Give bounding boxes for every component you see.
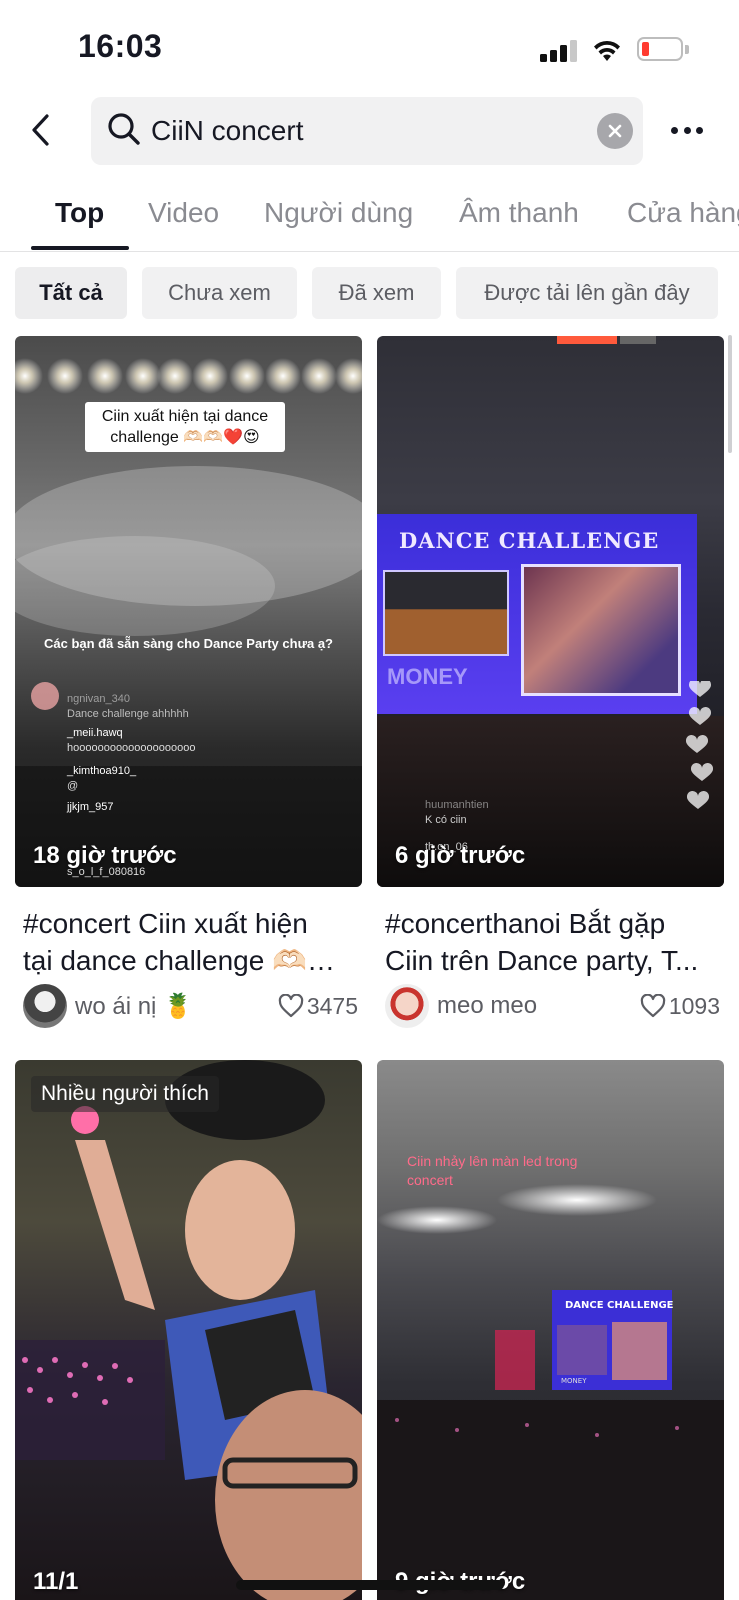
wifi-icon bbox=[594, 40, 620, 61]
like-count: 1093 bbox=[640, 993, 720, 1020]
filter-all[interactable]: Tất cả bbox=[15, 267, 127, 319]
upload-time: 18 giờ trước bbox=[33, 842, 177, 869]
result-tabs: Top Video Người dùng Âm thanh Cửa hàng bbox=[0, 182, 739, 252]
scrollbar[interactable] bbox=[728, 335, 732, 453]
search-icon bbox=[108, 113, 140, 145]
tab-top[interactable]: Top bbox=[55, 197, 104, 229]
screen-text: Các bạn đã sẵn sàng cho Dance Party chưa… bbox=[43, 636, 333, 651]
author-row[interactable]: wo ái nị 🍍 3475 bbox=[23, 984, 358, 1028]
filter-recent[interactable]: Được tải lên gần đây bbox=[456, 267, 718, 319]
video-title[interactable]: #concert Ciin xuất hiện tại dance challe… bbox=[23, 905, 358, 979]
popular-badge: Nhiều người thích bbox=[31, 1076, 219, 1112]
search-input[interactable]: CiiN concert bbox=[91, 97, 643, 165]
back-button[interactable] bbox=[22, 108, 58, 152]
heart-icon bbox=[640, 994, 666, 1018]
author-row[interactable]: meo meo 1093 bbox=[385, 984, 720, 1028]
tab-video[interactable]: Video bbox=[148, 197, 219, 229]
battery-icon bbox=[637, 37, 683, 61]
upload-time: 11/1 bbox=[33, 1568, 79, 1595]
filter-unwatched[interactable]: Chưa xem bbox=[142, 267, 297, 319]
like-count: 3475 bbox=[278, 993, 358, 1020]
tab-shop[interactable]: Cửa hàng bbox=[627, 197, 739, 229]
floating-hearts bbox=[685, 681, 714, 809]
svg-text:MONEY: MONEY bbox=[561, 1377, 587, 1385]
heart-icon bbox=[278, 994, 304, 1018]
search-query: CiiN concert bbox=[151, 115, 304, 146]
home-indicator[interactable] bbox=[236, 1580, 504, 1590]
clear-search-button[interactable] bbox=[597, 113, 633, 149]
dot-icon bbox=[696, 126, 703, 134]
led-screen: DANCE CHALLENGE MONEY bbox=[377, 514, 697, 714]
video-caption-overlay: Ciin xuất hiện tại dance challenge 🫶🏻🫶🏻❤… bbox=[85, 402, 285, 452]
video-thumbnail[interactable]: DANCE CHALLENGE MONEY Ciin nhảy lên màn … bbox=[377, 1060, 724, 1600]
more-options-button[interactable] bbox=[665, 112, 709, 148]
cellular-signal-icon bbox=[540, 38, 580, 62]
crowd-scene bbox=[15, 1060, 362, 1600]
tab-sounds[interactable]: Âm thanh bbox=[459, 197, 579, 229]
dot-icon bbox=[671, 126, 678, 134]
upload-time: 6 giờ trước bbox=[395, 842, 526, 869]
tab-users[interactable]: Người dùng bbox=[264, 197, 413, 229]
filter-watched[interactable]: Đã xem bbox=[312, 267, 441, 319]
avatar[interactable] bbox=[385, 984, 429, 1028]
video-thumbnail[interactable]: DANCE CHALLENGE MONEY huumanhtien K có c… bbox=[377, 336, 724, 887]
status-bar: 16:03 bbox=[0, 0, 739, 90]
avatar[interactable] bbox=[23, 984, 67, 1028]
live-comments: ngnivan_340 Dance challenge ahhhhh _meii… bbox=[67, 693, 196, 813]
chevron-left-icon bbox=[32, 114, 49, 146]
dot-icon bbox=[683, 126, 691, 134]
author-name[interactable]: meo meo bbox=[437, 992, 640, 1020]
video-caption-overlay: Ciin nhảy lên màn led trong concert bbox=[407, 1153, 578, 1188]
video-thumbnail[interactable]: Ciin xuất hiện tại dance challenge 🫶🏻🫶🏻❤… bbox=[15, 336, 362, 887]
video-title[interactable]: #concerthanoi Bắt gặp Ciin trên Dance pa… bbox=[385, 905, 720, 979]
close-icon bbox=[608, 124, 622, 138]
status-time: 16:03 bbox=[78, 28, 163, 64]
stadium-scene: DANCE CHALLENGE MONEY bbox=[377, 1184, 724, 1600]
svg-text:DANCE CHALLENGE: DANCE CHALLENGE bbox=[565, 1300, 674, 1311]
author-name[interactable]: wo ái nị 🍍 bbox=[75, 992, 278, 1021]
video-thumbnail[interactable]: Nhiều người thích 11/1 bbox=[15, 1060, 362, 1600]
active-tab-indicator bbox=[31, 246, 129, 250]
